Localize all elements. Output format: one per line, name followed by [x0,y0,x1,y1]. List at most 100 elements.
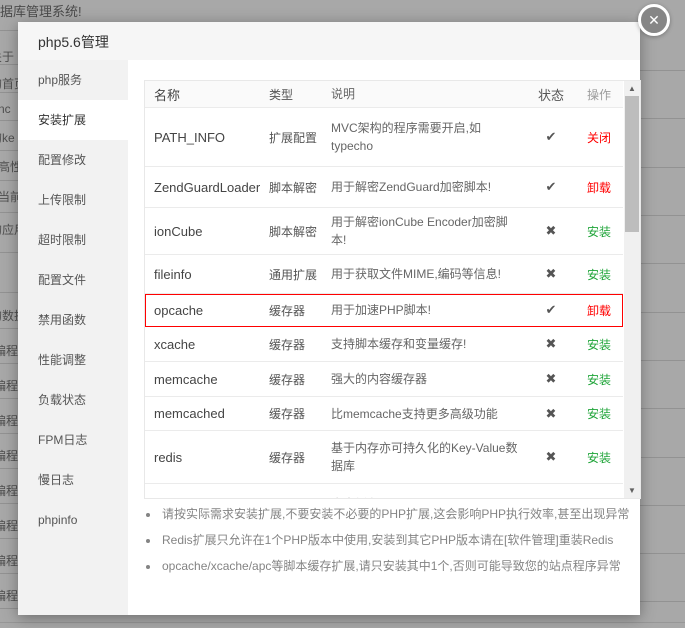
extension-name: opcache [145,303,269,318]
extension-name: PATH_INFO [145,130,269,145]
background-text-fragment: 的首页 [0,75,18,92]
background-row-line [0,363,18,364]
close-button[interactable]: ✕ [638,4,670,36]
extension-type: 缓存器 [269,405,331,422]
php-manage-modal: php5.6管理 php服务安装扩展配置修改上传限制超时限制配置文件禁用函数性能… [18,22,640,615]
extension-description: 强大的内容缓存器 [331,370,527,388]
background-row-line [0,503,18,504]
action-cell: 安装 [575,496,623,500]
table-header-row: 名称类型说明状态操作 [145,81,623,108]
sidebar-item-配置文件[interactable]: 配置文件 [18,260,128,300]
extension-name: memcached [145,406,269,421]
sidebar-item-负载状态[interactable]: 负载状态 [18,380,128,420]
background-row-line [0,292,18,293]
extension-row-memcache: memcache缓存器强大的内容缓存器✖ 安装 [145,362,623,397]
sidebar-item-禁用函数[interactable]: 禁用函数 [18,300,128,340]
status-missing-icon: ✖ [527,496,575,499]
extension-name: memcache [145,372,269,387]
background-text-fragment: 高性能 [0,158,18,175]
sidebar-item-慢日志[interactable]: 慢日志 [18,460,128,500]
action-link-PATH_INFO[interactable]: 关闭 [587,131,611,145]
column-header: 操作 [575,86,623,103]
background-text-fragment: 的ke [0,129,15,146]
action-link-opcache[interactable]: 卸载 [587,304,611,318]
extension-row-PATH_INFO: PATH_INFO扩展配置MVC架构的程序需要开启,如typecho✔关闭 [145,108,623,167]
background-text-fragment: 编程 [0,587,18,604]
extension-name: apcu [145,497,269,500]
action-link-ZendGuardLoader[interactable]: 卸载 [587,181,611,195]
background-text-fragment: 编程 [0,447,18,464]
background-text-fragment: nc [0,102,11,116]
action-link-apcu[interactable]: 安装 [587,498,611,500]
background-text-fragment: 编程 [0,412,18,429]
action-link-redis[interactable]: 安装 [587,451,611,465]
background-row-line [640,118,685,119]
background-text-fragment: 编程 [0,342,18,359]
column-header: 名称 [145,85,269,104]
modal-title: php5.6管理 [18,22,109,62]
extension-type: 扩展配置 [269,129,331,146]
extension-description: 用于解密ZendGuard加密脚本! [331,178,527,196]
extension-type: 缓存器 [269,371,331,388]
background-row-line [640,457,685,458]
status-missing-icon: ✖ [527,371,575,387]
background-text-fragment: 编程 [0,377,18,394]
extension-type: 脚本解密 [269,179,331,196]
note-item: opcache/xcache/apc等脚本缓存扩展,请只安装其中1个,否则可能导… [160,553,648,579]
action-link-ionCube[interactable]: 安装 [587,225,611,239]
extension-description: 用于加速PHP脚本! [331,301,527,319]
action-cell: 卸载 [575,179,623,196]
extension-row-apcu: apcu缓存器脚本缓存器✖安装 [145,484,623,499]
background-row-line [0,120,18,121]
extension-type: 缓存器 [269,336,331,353]
status-missing-icon: ✖ [527,336,575,352]
action-cell: 关闭 [575,129,623,146]
extension-name: xcache [145,337,269,352]
action-link-fileinfo[interactable]: 安装 [587,268,611,282]
extension-type: 脚本解密 [269,223,331,240]
background-row-line [640,263,685,264]
action-cell: 安装 [575,449,623,466]
background-row-line [640,312,685,313]
action-link-memcache[interactable]: 安装 [587,373,611,387]
table-scrollbar[interactable]: ▲ ▼ [624,81,640,498]
background-row-line [0,398,18,399]
scrollbar-up-icon[interactable]: ▲ [624,81,640,96]
extension-description: 用于获取文件MIME,编码等信息! [331,265,527,283]
extension-type: 缓存器 [269,449,331,466]
status-installed-icon: ✔ [527,129,575,145]
sidebar-item-配置修改[interactable]: 配置修改 [18,140,128,180]
status-missing-icon: ✖ [527,449,575,465]
sidebar-item-FPM日志[interactable]: FPM日志 [18,420,128,460]
extension-row-redis: redis缓存器基于内存亦可持久化的Key-Value数据库✖安装 [145,431,623,484]
background-row-line [640,408,685,409]
background-row-line [640,601,685,602]
background-row-line [0,212,18,213]
extension-type: 通用扩展 [269,266,331,283]
background-row-line [0,468,18,469]
action-cell: 安装 [575,223,623,240]
notes-list: 请按实际需求安装扩展,不要安装不必要的PHP扩展,这会影响PHP执行效率,甚至出… [140,501,648,579]
sidebar-item-php服务[interactable]: php服务 [18,60,128,100]
action-link-xcache[interactable]: 安装 [587,338,611,352]
scrollbar-down-icon[interactable]: ▼ [624,483,640,498]
column-header: 类型 [269,86,331,103]
background-text-fragment: 编程 [0,482,18,499]
sidebar-item-安装扩展[interactable]: 安装扩展 [18,100,128,140]
background-row-line [0,180,18,181]
scrollbar-thumb[interactable] [625,96,639,232]
sidebar-item-超时限制[interactable]: 超时限制 [18,220,128,260]
action-link-memcached[interactable]: 安装 [587,407,611,421]
column-header: 状态 [527,85,575,104]
background-row-line [640,70,685,71]
sidebar-item-phpinfo[interactable]: phpinfo [18,500,128,540]
background-row-line [640,167,685,168]
sidebar-item-性能调整[interactable]: 性能调整 [18,340,128,380]
sidebar-item-上传限制[interactable]: 上传限制 [18,180,128,220]
extension-row-opcache: opcache缓存器用于加速PHP脚本!✔卸载 [145,294,623,327]
extension-description: 基于内存亦可持久化的Key-Value数据库 [331,439,527,475]
extension-row-ZendGuardLoader: ZendGuardLoader脚本解密用于解密ZendGuard加密脚本!✔卸载 [145,167,623,208]
extension-name: fileinfo [145,267,269,282]
close-icon: ✕ [648,13,660,27]
background-row-line [0,538,18,539]
